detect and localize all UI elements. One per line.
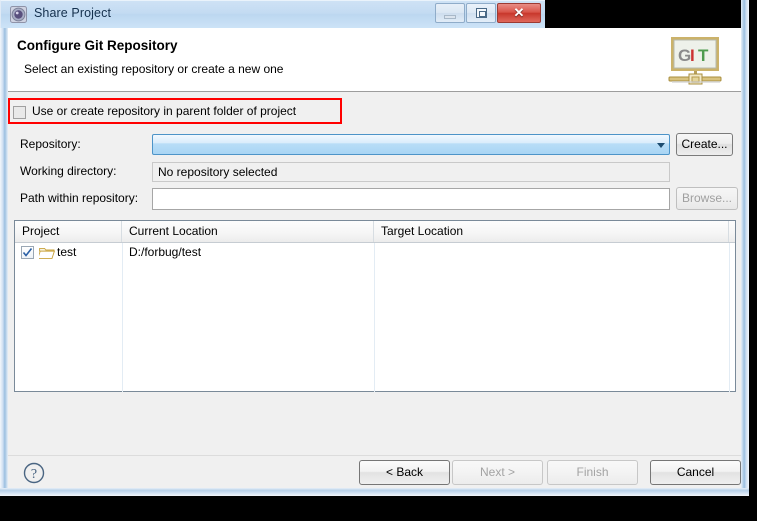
- table-row[interactable]: test D:/forbug/test: [15, 243, 735, 263]
- repository-label: Repository:: [20, 137, 81, 151]
- title-bar[interactable]: Share Project ✕: [0, 0, 545, 28]
- create-repository-button[interactable]: Create...: [676, 133, 733, 156]
- table-header-row: Project Current Location Target Location: [15, 221, 735, 243]
- dialog-header: Configure Git Repository Select an exist…: [8, 28, 741, 92]
- maximize-button[interactable]: [466, 3, 496, 23]
- svg-text:T: T: [698, 46, 709, 65]
- page-subtitle: Select an existing repository or create …: [24, 62, 284, 76]
- git-logo: G I T: [663, 33, 729, 89]
- browse-button[interactable]: Browse...: [676, 187, 738, 210]
- column-header-spacer[interactable]: [729, 221, 736, 242]
- chevron-down-icon: [657, 143, 665, 148]
- use-parent-folder-checkbox[interactable]: [13, 106, 26, 119]
- cancel-button[interactable]: Cancel: [650, 460, 741, 485]
- restore-icon: [476, 8, 487, 18]
- use-parent-folder-label: Use or create repository in parent folde…: [32, 104, 297, 118]
- row-select-checkbox[interactable]: [21, 246, 34, 259]
- column-header-target-location[interactable]: Target Location: [374, 221, 729, 242]
- share-project-dialog: Share Project ✕ Configure Git Repository…: [0, 0, 757, 521]
- window-border-left: [0, 0, 8, 496]
- window-border-bottom: [0, 488, 749, 496]
- path-within-repository-label: Path within repository:: [20, 191, 139, 205]
- back-button[interactable]: < Back: [359, 460, 450, 485]
- svg-text:?: ?: [31, 467, 37, 482]
- minimize-icon: [444, 15, 456, 19]
- dialog-body: Use or create repository in parent folde…: [8, 92, 741, 455]
- cell-current-location: D:/forbug/test: [129, 245, 202, 259]
- column-header-current-location[interactable]: Current Location: [122, 221, 374, 242]
- cell-project: test: [15, 243, 128, 263]
- project-name: test: [57, 245, 77, 259]
- window-border-right: [741, 0, 749, 496]
- column-divider: [374, 243, 375, 392]
- cell-target-location: [374, 243, 736, 263]
- minimize-button[interactable]: [435, 3, 465, 23]
- repository-combobox[interactable]: [152, 134, 670, 155]
- dialog-footer: ? < Back Next > Finish Cancel: [8, 455, 741, 488]
- window-title: Share Project: [34, 6, 112, 20]
- close-icon: ✕: [513, 5, 525, 20]
- column-divider: [729, 243, 730, 392]
- close-button[interactable]: ✕: [497, 3, 541, 23]
- column-header-project[interactable]: Project: [15, 221, 122, 242]
- projects-table: Project Current Location Target Location: [14, 220, 736, 392]
- column-divider: [122, 243, 123, 392]
- working-directory-label: Working directory:: [20, 164, 117, 178]
- svg-text:I: I: [690, 46, 695, 65]
- working-directory-value: No repository selected: [152, 162, 670, 182]
- page-title: Configure Git Repository: [17, 38, 178, 53]
- share-project-icon: [10, 6, 27, 23]
- help-icon[interactable]: ?: [22, 461, 46, 485]
- table-body: test D:/forbug/test: [15, 243, 735, 392]
- next-button[interactable]: Next >: [452, 460, 543, 485]
- finish-button[interactable]: Finish: [547, 460, 638, 485]
- path-within-repository-input[interactable]: [152, 188, 670, 210]
- folder-icon: [37, 246, 56, 260]
